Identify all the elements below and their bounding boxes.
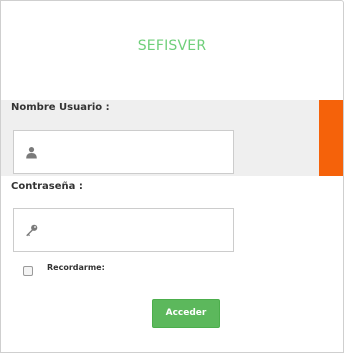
key-icon: [26, 224, 38, 237]
password-label: Contraseña :: [11, 181, 83, 192]
accent-bar: [319, 100, 343, 176]
username-field[interactable]: [13, 130, 234, 174]
username-label: Nombre Usuario :: [11, 102, 110, 113]
remember-checkbox[interactable]: [23, 266, 33, 276]
password-field[interactable]: [13, 208, 234, 252]
username-input[interactable]: [44, 131, 229, 173]
login-button[interactable]: Acceder: [152, 299, 220, 328]
remember-label: Recordarme:: [47, 263, 105, 272]
login-panel: SEFISVER Nombre Usuario : Contraseña : R…: [0, 0, 344, 353]
user-icon: [26, 147, 37, 159]
remember-me: Recordarme:: [23, 263, 183, 279]
password-input[interactable]: [44, 209, 229, 251]
app-title: SEFISVER: [137, 38, 207, 54]
